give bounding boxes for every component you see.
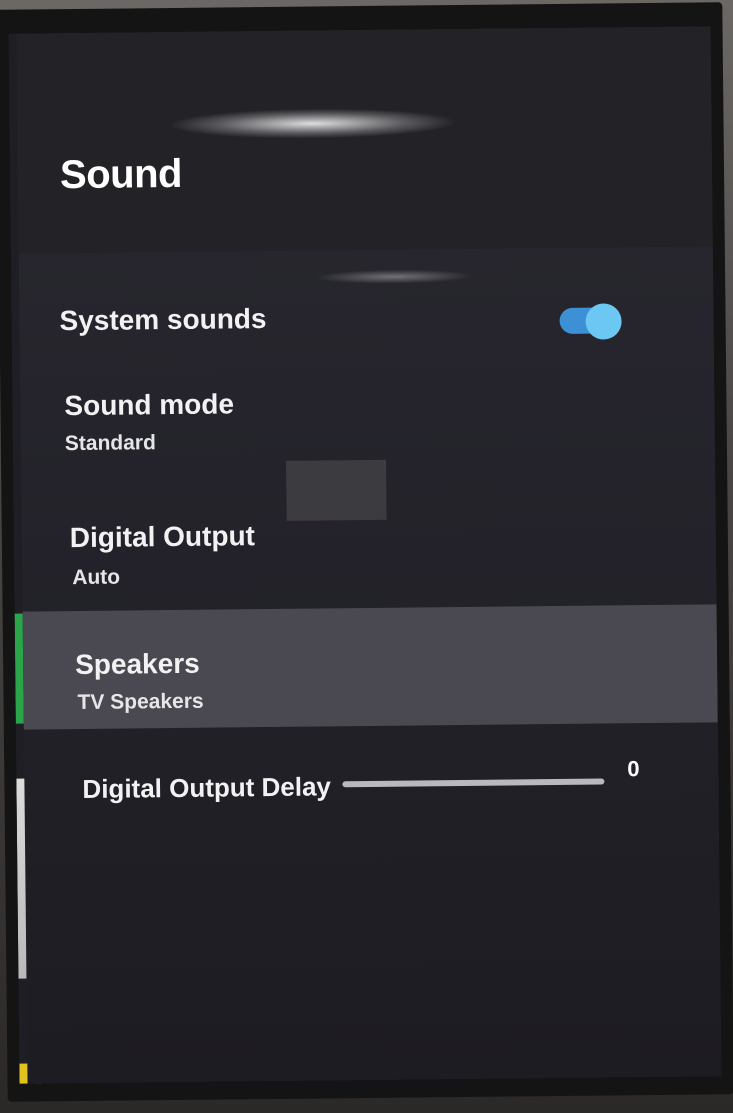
setting-title: Digital Output — [69, 520, 256, 554]
delay-value: 0 — [627, 756, 640, 782]
setting-sound-mode[interactable]: Sound mode Standard — [20, 371, 715, 483]
delay-slider[interactable] — [342, 778, 605, 788]
setting-digital-output-delay[interactable]: Digital Output Delay 0 — [24, 741, 719, 838]
setting-title: Speakers — [75, 647, 200, 681]
setting-subtitle: TV Speakers — [77, 689, 204, 715]
setting-title: System sounds — [59, 303, 267, 337]
setting-subtitle: Auto — [72, 565, 121, 590]
setting-system-sounds[interactable]: System sounds — [19, 276, 714, 363]
tv-screen: Sound System sounds Sound mode Standard — [8, 26, 722, 1084]
setting-speakers[interactable]: Speakers TV Speakers — [22, 604, 718, 730]
settings-panel: Sound System sounds Sound mode Standard — [16, 26, 722, 1084]
toggle-knob — [585, 303, 622, 340]
setting-digital-output[interactable]: Digital Output Auto — [22, 501, 717, 613]
system-sounds-toggle[interactable] — [559, 303, 622, 340]
panel-header — [16, 26, 713, 254]
tv-bezel: Sound System sounds Sound mode Standard — [0, 2, 733, 1102]
photo-frame: Sound System sounds Sound mode Standard — [0, 0, 733, 1113]
setting-title: Sound mode — [64, 388, 235, 422]
setting-subtitle: Standard — [64, 431, 156, 456]
setting-title: Digital Output Delay — [82, 771, 332, 804]
page-title: Sound — [59, 151, 183, 198]
